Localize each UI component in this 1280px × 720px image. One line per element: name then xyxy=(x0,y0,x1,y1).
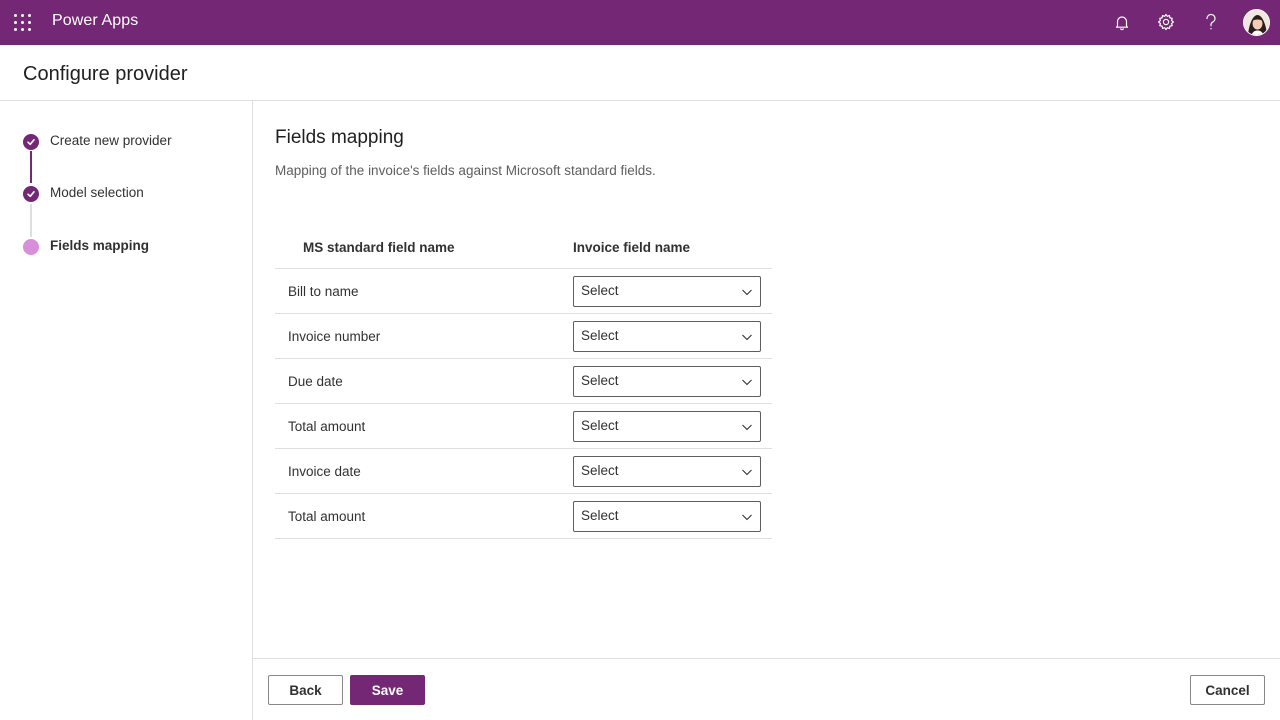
dropdown-value: Select xyxy=(581,508,619,523)
avatar[interactable] xyxy=(1243,9,1270,36)
column-header-ms-field: MS standard field name xyxy=(303,240,455,255)
table-row: Bill to name Select xyxy=(275,269,772,314)
current-step-dot-icon xyxy=(23,239,39,255)
help-icon[interactable] xyxy=(1201,12,1221,32)
table-header: MS standard field name Invoice field nam… xyxy=(275,237,772,269)
dropdown-value: Select xyxy=(581,373,619,388)
section-title: Fields mapping xyxy=(275,127,404,148)
chevron-down-icon xyxy=(742,289,752,296)
invoice-field-dropdown[interactable]: Select xyxy=(573,456,761,487)
invoice-field-dropdown[interactable]: Select xyxy=(573,321,761,352)
chevron-down-icon xyxy=(742,424,752,431)
waffle-icon[interactable] xyxy=(14,14,31,31)
chevron-down-icon xyxy=(742,379,752,386)
dropdown-value: Select xyxy=(581,463,619,478)
section-description: Mapping of the invoice's fields against … xyxy=(275,163,656,178)
ms-field-name: Invoice date xyxy=(288,464,361,479)
gear-icon[interactable] xyxy=(1156,12,1176,32)
main-content: Fields mapping Mapping of the invoice's … xyxy=(253,101,1280,658)
invoice-field-dropdown[interactable]: Select xyxy=(573,411,761,442)
step-fields-mapping[interactable]: Fields mapping xyxy=(23,237,149,257)
ms-field-name: Total amount xyxy=(288,509,366,524)
ms-field-name: Total amount xyxy=(288,419,366,434)
table-row: Invoice date Select xyxy=(275,449,772,494)
cancel-button[interactable]: Cancel xyxy=(1190,675,1265,705)
ms-field-name: Due date xyxy=(288,374,343,389)
footer-actions: Back Save Cancel xyxy=(253,658,1280,720)
invoice-field-dropdown[interactable]: Select xyxy=(573,501,761,532)
chevron-down-icon xyxy=(742,469,752,476)
step-label: Fields mapping xyxy=(50,238,150,253)
wizard-steps: Create new provider Model selection Fiel… xyxy=(0,101,253,720)
table-row: Due date Select xyxy=(275,359,772,404)
page-title: Configure provider xyxy=(23,63,188,85)
table-row: Invoice number Select xyxy=(275,314,772,359)
invoice-field-dropdown[interactable]: Select xyxy=(573,366,761,397)
checkmark-icon xyxy=(23,134,39,150)
checkmark-icon xyxy=(23,186,39,202)
dropdown-value: Select xyxy=(581,283,619,298)
page-header: Configure provider xyxy=(0,45,1280,101)
app-name[interactable]: Power Apps xyxy=(52,12,138,30)
ms-field-name: Invoice number xyxy=(288,329,381,344)
fields-mapping-table: MS standard field name Invoice field nam… xyxy=(275,237,772,539)
chevron-down-icon xyxy=(742,514,752,521)
dropdown-value: Select xyxy=(581,418,619,433)
step-create-new-provider[interactable]: Create new provider xyxy=(23,132,172,152)
bell-icon[interactable] xyxy=(1112,12,1132,32)
dropdown-value: Select xyxy=(581,328,619,343)
chevron-down-icon xyxy=(742,334,752,341)
save-button[interactable]: Save xyxy=(350,675,425,705)
step-label: Create new provider xyxy=(50,133,172,148)
ms-field-name: Bill to name xyxy=(288,284,359,299)
step-connector xyxy=(30,204,32,237)
step-model-selection[interactable]: Model selection xyxy=(23,184,144,204)
invoice-field-dropdown[interactable]: Select xyxy=(573,276,761,307)
back-button[interactable]: Back xyxy=(268,675,343,705)
step-connector xyxy=(30,151,32,183)
column-header-invoice-field: Invoice field name xyxy=(573,240,691,255)
step-label: Model selection xyxy=(50,185,144,200)
top-bar: Power Apps xyxy=(0,0,1280,45)
table-row: Total amount Select xyxy=(275,494,772,539)
table-row: Total amount Select xyxy=(275,404,772,449)
